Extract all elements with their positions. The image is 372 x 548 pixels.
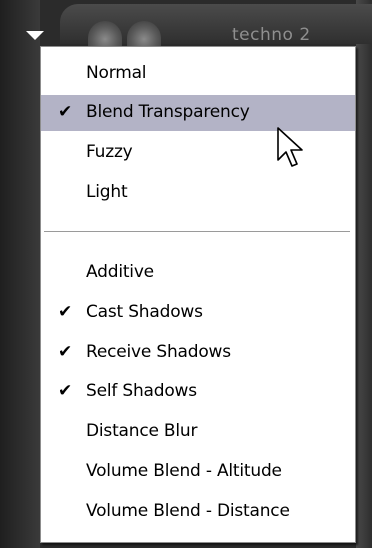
checkmark-icon: ✔ [58,342,73,362]
menu-separator [44,231,350,232]
menu-item-self-shadows[interactable]: ✔ Self Shadows [41,374,355,410]
menu-item-label: Volume Blend - Distance [86,501,290,521]
checkmark-icon: ✔ [58,302,73,322]
menu-item-label: Normal [86,63,147,83]
menu-item-label: Additive [86,262,154,282]
menu-item-fuzzy[interactable]: Fuzzy [41,135,355,171]
menu-item-receive-shadows[interactable]: ✔ Receive Shadows [41,335,355,371]
menu-item-label: Receive Shadows [86,342,231,362]
menu-item-label: Self Shadows [86,381,197,401]
menu-item-normal[interactable]: Normal [41,56,355,92]
menu-item-cast-shadows[interactable]: ✔ Cast Shadows [41,295,355,331]
menu-item-label: Cast Shadows [86,302,203,322]
menu-item-label: Distance Blur [86,421,198,441]
checkmark-icon: ✔ [58,102,73,122]
knob-icon [127,21,161,47]
menu-item-volume-blend-distance[interactable]: Volume Blend - Distance [41,494,355,530]
background-panel-right [356,0,372,548]
menu-item-label: Blend Transparency [86,102,250,122]
menu-item-label: Fuzzy [86,142,133,162]
context-menu: Normal ✔ Blend Transparency Fuzzy Light … [40,46,356,543]
menu-item-volume-blend-altitude[interactable]: Volume Blend - Altitude [41,454,355,490]
window-title: techno 2 [232,25,311,45]
menu-item-blend-transparency[interactable]: ✔ Blend Transparency [41,95,355,131]
menu-item-label: Light [86,182,128,202]
checkmark-icon: ✔ [58,381,73,401]
arrow-pointer-icon [277,127,303,167]
triangle-down-icon[interactable] [26,31,44,40]
menu-item-additive[interactable]: Additive [41,255,355,291]
menu-item-light[interactable]: Light [41,175,355,211]
menu-item-label: Volume Blend - Altitude [86,461,282,481]
background-panel-left [0,0,40,548]
knob-icon [88,21,122,47]
menu-item-distance-blur[interactable]: Distance Blur [41,414,355,450]
